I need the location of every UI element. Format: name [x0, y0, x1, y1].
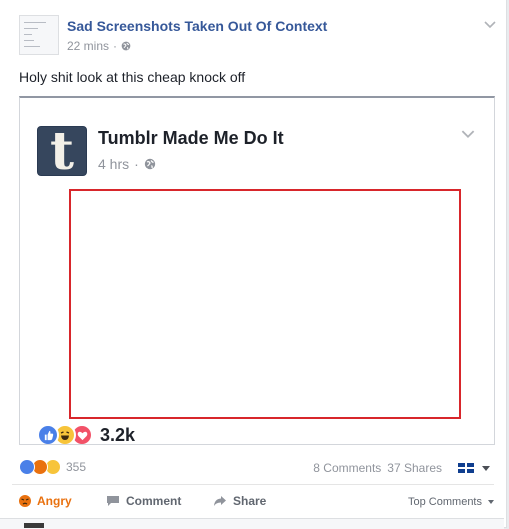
avatar	[24, 523, 44, 528]
shares-count-link[interactable]: 37 Shares	[387, 461, 442, 475]
post-meta: 22 mins ·	[67, 39, 131, 53]
caret-down-icon	[488, 500, 494, 504]
share-button[interactable]: Share	[213, 494, 266, 508]
page-name-link[interactable]: Sad Screenshots Taken Out Of Context	[67, 18, 327, 34]
meta-separator: ·	[134, 156, 139, 172]
reaction-count[interactable]: 355	[66, 460, 86, 474]
like-icon	[37, 424, 59, 444]
embedded-reaction-count: 3.2k	[100, 424, 136, 445]
angry-button-label: Angry	[37, 494, 72, 508]
angry-icon	[19, 495, 31, 507]
flag-icon[interactable]	[458, 463, 474, 473]
embedded-page-name: Tumblr Made Me Do It	[98, 128, 284, 148]
angry-button[interactable]: Angry	[19, 494, 72, 508]
comment-icon	[107, 496, 119, 506]
share-button-label: Share	[233, 494, 267, 508]
comment-button-label: Comment	[126, 494, 182, 508]
top-comments-label: Top Comments	[408, 496, 482, 508]
post-stats: 8 Comments 37 Shares	[313, 461, 490, 475]
divider	[12, 484, 494, 485]
like-icon	[19, 459, 35, 475]
chevron-down-icon[interactable]	[484, 21, 496, 29]
page-avatar[interactable]	[19, 15, 59, 55]
comment-button[interactable]: Comment	[106, 494, 181, 508]
tumblr-logo-letter: t	[49, 126, 75, 176]
caret-down-icon[interactable]	[482, 465, 490, 471]
chevron-down-icon	[461, 130, 475, 139]
share-icon	[214, 496, 226, 506]
post-image[interactable]: t Tumblr Made Me Do It 4 hrs · 3.2k	[19, 96, 495, 445]
embedded-timestamp: 4 hrs	[98, 156, 130, 172]
meta-separator: ·	[113, 39, 118, 53]
comments-count-link[interactable]: 8 Comments	[313, 461, 381, 475]
post-text: Holy shit look at this cheap knock off	[19, 69, 246, 85]
comment-composer-strip	[0, 518, 504, 529]
embedded-meta: 4 hrs ·	[98, 156, 156, 172]
globe-icon	[144, 158, 155, 170]
top-comments-dropdown[interactable]: Top Comments	[408, 496, 494, 508]
reaction-summary[interactable]: 355	[19, 459, 86, 475]
globe-icon	[121, 41, 131, 51]
embedded-reactions: 3.2k	[37, 424, 136, 445]
post-timestamp[interactable]: 22 mins	[67, 39, 109, 53]
tumblr-logo: t	[37, 126, 87, 176]
action-bar: Angry Comment Share Top Comments	[19, 494, 494, 512]
highlight-box	[69, 189, 461, 419]
feed-post: Sad Screenshots Taken Out Of Context 22 …	[0, 0, 507, 529]
